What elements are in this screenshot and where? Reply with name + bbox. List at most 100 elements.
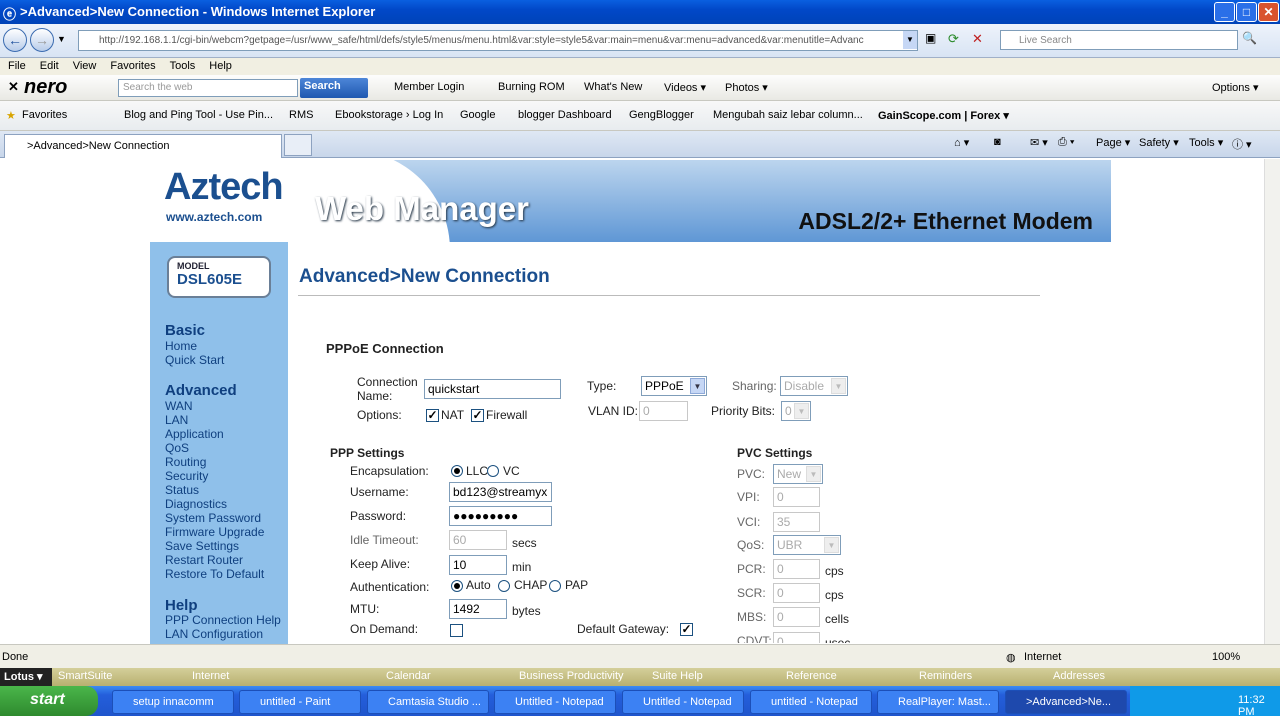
nat-checkbox[interactable]: ✓	[426, 409, 439, 422]
help-icon[interactable]: ⓘ ▾	[1232, 136, 1252, 152]
maximize-button[interactable]: □	[1236, 2, 1257, 22]
menu-view[interactable]: View	[73, 60, 97, 72]
videos-menu[interactable]: Videos ▾	[664, 81, 706, 94]
lotus-addresses[interactable]: Addresses	[1053, 670, 1105, 682]
favorites-star-icon[interactable]: ★	[6, 109, 16, 122]
tab-advanced-new-connection[interactable]: >Advanced>New Connection	[4, 134, 282, 158]
fav-mengubah[interactable]: Mengubah saiz lebar column...	[713, 109, 863, 121]
member-login-link[interactable]: Member Login	[394, 81, 464, 93]
firewall-checkbox[interactable]: ✓	[471, 409, 484, 422]
taskbar-item-paint[interactable]: untitled - Paint	[239, 690, 361, 714]
menu-help[interactable]: Help	[209, 60, 232, 72]
auth-pap-radio[interactable]	[549, 580, 561, 592]
type-select[interactable]: PPPoE ▼	[641, 376, 707, 396]
close-toolbar-icon[interactable]: ✕	[8, 79, 19, 95]
mail-icon[interactable]: ✉ ▾	[1030, 136, 1048, 149]
lotus-smartsuite[interactable]: SmartSuite	[58, 670, 112, 682]
vertical-scrollbar[interactable]	[1264, 159, 1280, 644]
sidebar-item-system-password[interactable]: System Password	[165, 511, 261, 525]
new-tab-button[interactable]	[284, 134, 312, 156]
fav-blog-ping[interactable]: Blog and Ping Tool - Use Pin...	[124, 109, 273, 121]
lotus-reference[interactable]: Reference	[786, 670, 837, 682]
lotus-logo[interactable]: Lotus ▾	[0, 668, 52, 686]
lotus-calendar[interactable]: Calendar	[386, 670, 431, 682]
refresh-icon[interactable]: ⟳	[948, 31, 964, 49]
sidebar-item-home[interactable]: Home	[165, 339, 197, 353]
sidebar-item-lan[interactable]: LAN	[165, 413, 188, 427]
address-dropdown-icon[interactable]: ▼	[903, 31, 917, 49]
fav-gengblogger[interactable]: GengBlogger	[629, 109, 694, 121]
fav-google[interactable]: Google	[460, 109, 495, 121]
connection-name-input[interactable]: quickstart	[424, 379, 561, 399]
options-menu[interactable]: Options ▾	[1212, 81, 1259, 94]
sidebar-item-restart-router[interactable]: Restart Router	[165, 553, 243, 567]
sidebar-item-routing[interactable]: Routing	[165, 455, 206, 469]
auth-chap-radio[interactable]	[498, 580, 510, 592]
taskbar-item-camtasia[interactable]: Camtasia Studio ...	[367, 690, 489, 714]
menu-file[interactable]: File	[8, 60, 26, 72]
taskbar-item-notepad-1[interactable]: Untitled - Notepad	[494, 690, 616, 714]
forward-button[interactable]: →	[30, 28, 54, 52]
menu-edit[interactable]: Edit	[40, 60, 59, 72]
print-icon[interactable]: ⎙ ▾	[1058, 136, 1074, 149]
whats-new-link[interactable]: What's New	[584, 81, 642, 93]
vlan-id-input[interactable]: 0	[639, 401, 688, 421]
taskbar-item-notepad-2[interactable]: Untitled - Notepad	[622, 690, 744, 714]
taskbar-item-notepad-3[interactable]: untitled - Notepad	[750, 690, 872, 714]
burning-rom-link[interactable]: Burning ROM	[498, 81, 565, 93]
history-dropdown-icon[interactable]: ▼	[57, 34, 66, 44]
compatibility-icon[interactable]: ▣	[925, 31, 941, 49]
page-menu[interactable]: Page ▾	[1096, 136, 1130, 149]
start-button[interactable]: start	[0, 686, 98, 716]
favorites-button[interactable]: Favorites	[22, 109, 67, 121]
sidebar-item-quick-start[interactable]: Quick Start	[165, 353, 224, 367]
home-icon[interactable]: ⌂ ▾	[954, 136, 969, 149]
stop-icon[interactable]: ✕	[972, 31, 988, 49]
fav-ebookstorage[interactable]: Ebookstorage › Log In	[335, 109, 443, 121]
tools-menu[interactable]: Tools ▾	[1189, 136, 1223, 149]
auth-auto-radio[interactable]	[451, 580, 463, 592]
photos-menu[interactable]: Photos ▾	[725, 81, 768, 94]
sidebar-item-firmware-upgrade[interactable]: Firmware Upgrade	[165, 525, 264, 539]
on-demand-checkbox[interactable]	[450, 624, 463, 637]
feeds-icon[interactable]: ◙	[994, 136, 1001, 148]
sidebar-item-lan-config[interactable]: LAN Configuration	[165, 627, 263, 641]
sidebar-item-status[interactable]: Status	[165, 483, 199, 497]
minimize-button[interactable]: _	[1214, 2, 1235, 22]
sidebar-item-wan[interactable]: WAN	[165, 399, 193, 413]
safety-menu[interactable]: Safety ▾	[1139, 136, 1179, 149]
address-bar[interactable]: http://192.168.1.1/cgi-bin/webcm?getpage…	[78, 30, 918, 51]
keep-alive-input[interactable]: 10	[449, 555, 507, 575]
zoom-level[interactable]: 100%	[1212, 651, 1240, 663]
sidebar-item-security[interactable]: Security	[165, 469, 208, 483]
lotus-internet[interactable]: Internet	[192, 670, 229, 682]
lotus-suite-help[interactable]: Suite Help	[652, 670, 703, 682]
mtu-input[interactable]: 1492	[449, 599, 507, 619]
menu-tools[interactable]: Tools	[170, 60, 196, 72]
close-button[interactable]: ✕	[1258, 2, 1279, 22]
llc-radio[interactable]	[451, 465, 463, 477]
sidebar-item-ppp-help[interactable]: PPP Connection Help	[165, 613, 281, 627]
menu-favorites[interactable]: Favorites	[110, 60, 155, 72]
lotus-reminders[interactable]: Reminders	[919, 670, 972, 682]
username-input[interactable]: bd123@streamyx	[449, 482, 552, 502]
lotus-business-productivity[interactable]: Business Productivity	[519, 670, 624, 682]
sidebar-item-application[interactable]: Application	[165, 427, 224, 441]
idle-timeout-input[interactable]: 60	[449, 530, 507, 550]
fav-gainscope[interactable]: GainScope.com | Forex ▾	[878, 109, 1009, 122]
password-input[interactable]: ●●●●●●●●●	[449, 506, 552, 526]
taskbar-item-setup-innacomm[interactable]: setup innacomm	[112, 690, 234, 714]
search-icon[interactable]: 🔍	[1242, 31, 1262, 49]
sidebar-item-qos[interactable]: QoS	[165, 441, 189, 455]
default-gateway-checkbox[interactable]: ✓	[680, 623, 693, 636]
taskbar-item-realplayer[interactable]: RealPlayer: Mast...	[877, 690, 999, 714]
live-search-input[interactable]: Live Search	[1000, 30, 1238, 50]
sidebar-item-save-settings[interactable]: Save Settings	[165, 539, 239, 553]
fav-rms[interactable]: RMS	[289, 109, 313, 121]
nero-search-input[interactable]: Search the web	[118, 79, 298, 97]
nero-search-button[interactable]: Search	[300, 78, 368, 98]
vc-radio[interactable]	[487, 465, 499, 477]
taskbar-item-ie[interactable]: >Advanced>Ne...	[1005, 690, 1127, 714]
sidebar-item-diagnostics[interactable]: Diagnostics	[165, 497, 227, 511]
fav-blogger-dashboard[interactable]: blogger Dashboard	[518, 109, 612, 121]
